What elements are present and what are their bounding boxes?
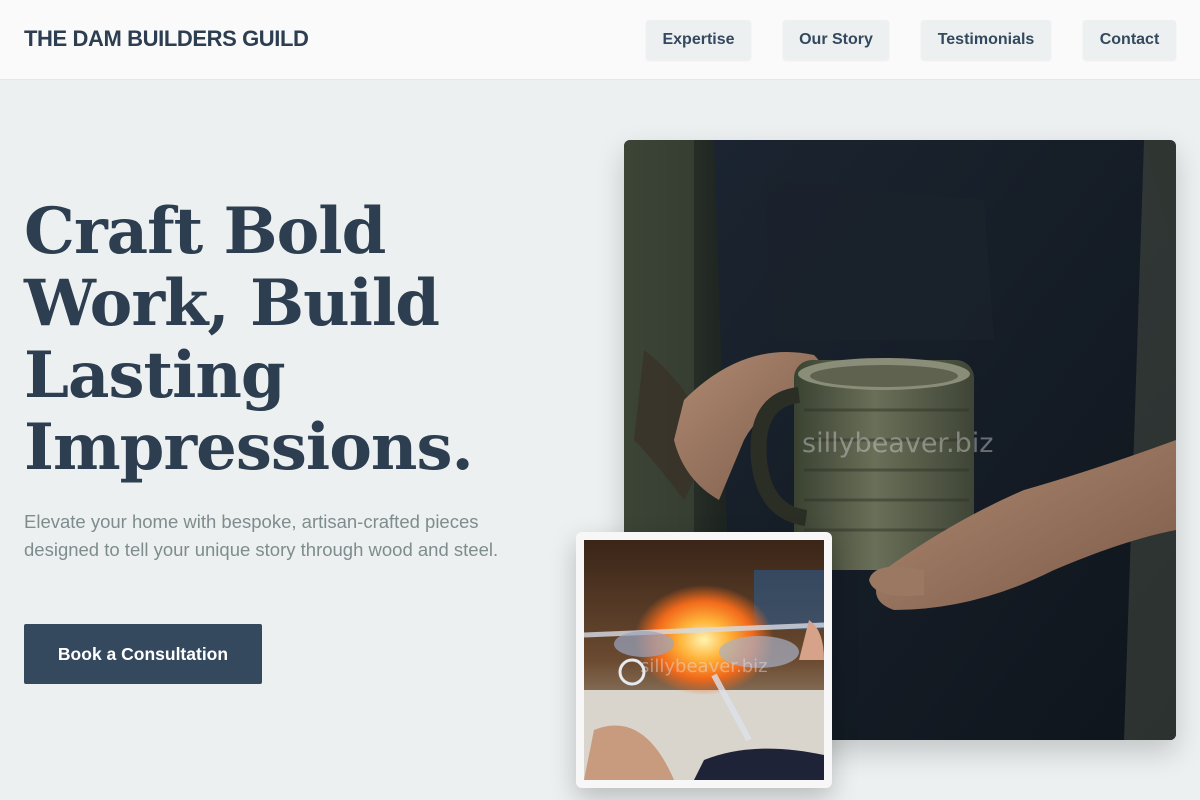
hero-subtitle: Elevate your home with bespoke, artisan-… [24,511,499,560]
nav-link-testimonials[interactable]: Testimonials [921,20,1051,60]
inset-image-glassblowing: sillybeaver.biz [584,540,824,780]
book-consultation-button[interactable]: Book a Consultation [24,624,262,684]
inset-image-card: sillybeaver.biz [576,532,832,788]
inset-image-watermark: sillybeaver.biz [640,656,768,677]
site-logo[interactable]: THE DAM BUILDERS GUILD [24,26,309,52]
nav-link-contact[interactable]: Contact [1083,20,1176,60]
nav-link-our-story[interactable]: Our Story [783,20,889,60]
hero-title: Craft Bold Work, Build Lasting Impressio… [24,194,474,485]
site-header: THE DAM BUILDERS GUILD Expertise Our Sto… [0,0,1200,80]
main-image-watermark: sillybeaver.biz [802,428,994,459]
nav-link-expertise[interactable]: Expertise [646,20,751,60]
